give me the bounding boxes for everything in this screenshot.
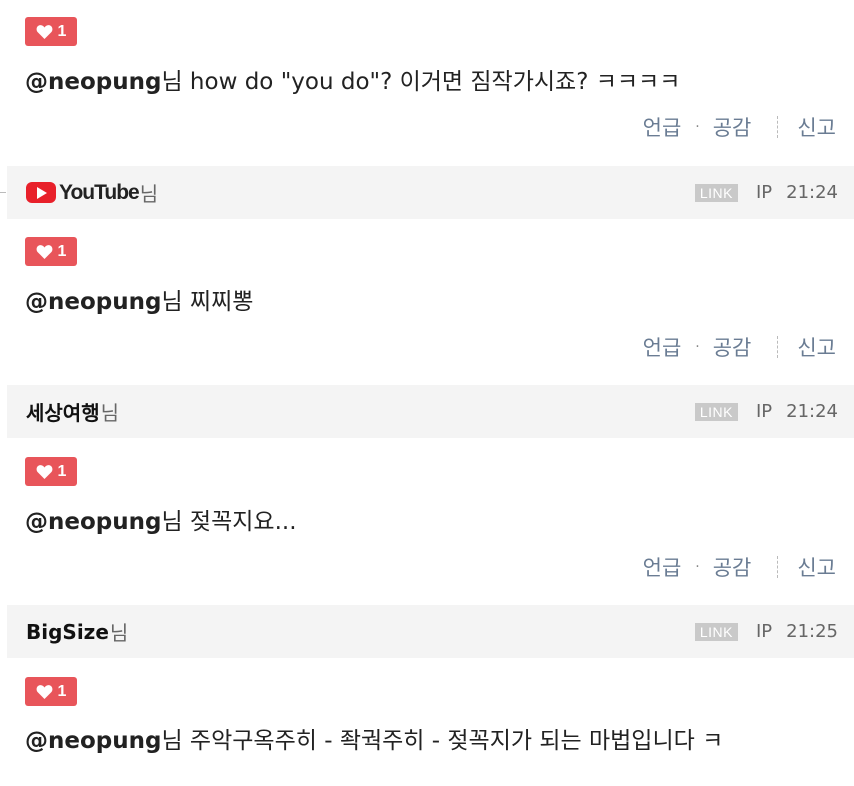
comment-body: 주악구옥주히 - 좍궉주히 - 젖꼭지가 되는 마법입니다 ㅋ: [182, 728, 724, 754]
action-divider: [777, 556, 779, 578]
action-divider: [777, 336, 779, 358]
comment-text: @neopung님 젖꼭지요...: [25, 501, 840, 544]
report-button[interactable]: 신고: [797, 332, 836, 362]
like-badge[interactable]: 1: [25, 457, 77, 486]
comment-meta: LINK IP 21:24: [694, 166, 838, 219]
comment-time: 21:24: [786, 182, 838, 203]
comment-body: 젖꼭지요...: [182, 509, 297, 535]
action-separator-dot: ·: [695, 559, 700, 575]
empathy-button[interactable]: 공감: [713, 332, 752, 362]
ip-label: IP: [755, 621, 773, 642]
author-suffix: 님: [139, 182, 159, 206]
like-count: 1: [57, 682, 67, 700]
comment-actions: 언급 · 공감 신고: [643, 332, 836, 362]
like-count: 1: [57, 242, 67, 260]
comment-text: @neopung님 찌찌뽕: [25, 281, 840, 324]
empathy-button[interactable]: 공감: [713, 552, 752, 582]
heart-icon: [36, 25, 52, 39]
comment-body: 찌찌뽕: [182, 289, 254, 315]
empathy-button[interactable]: 공감: [713, 112, 752, 142]
link-badge[interactable]: LINK: [694, 402, 738, 421]
mention-suffix: 님: [161, 728, 183, 754]
comment-meta: LINK IP 21:24: [694, 385, 838, 438]
mention-link[interactable]: @neopung: [25, 69, 161, 95]
comment-meta: LINK IP 21:25: [694, 605, 838, 658]
author-name[interactable]: 세상여행 님: [26, 385, 119, 438]
mention-link[interactable]: @neopung: [25, 289, 161, 315]
report-button[interactable]: 신고: [797, 552, 836, 582]
mention-button[interactable]: 언급: [643, 552, 682, 582]
author-logo-text: YouTube: [59, 180, 140, 204]
mention-button[interactable]: 언급: [643, 332, 682, 362]
author-suffix: 님: [109, 621, 129, 645]
heart-icon: [36, 685, 52, 699]
action-separator-dot: ·: [695, 339, 700, 355]
ip-label: IP: [755, 401, 773, 422]
youtube-logo-icon: YouTube: [26, 180, 140, 205]
mention-suffix: 님: [161, 509, 183, 535]
mention-suffix: 님: [161, 289, 183, 315]
comment-body: how do "you do"? 이거면 짐작가시죠? ㅋㅋㅋㅋ: [182, 69, 681, 95]
mention-button[interactable]: 언급: [643, 112, 682, 142]
comment-time: 21:24: [786, 401, 838, 422]
mention-suffix: 님: [161, 69, 183, 95]
action-separator-dot: ·: [695, 119, 700, 135]
author-nickname[interactable]: BigSize: [26, 620, 109, 644]
comment-text: @neopung님 how do "you do"? 이거면 짐작가시죠? ㅋㅋ…: [25, 61, 840, 104]
comment-time: 21:25: [786, 621, 838, 642]
author-nickname[interactable]: 세상여행: [26, 397, 100, 426]
like-badge[interactable]: 1: [25, 17, 77, 46]
report-button[interactable]: 신고: [797, 112, 836, 142]
action-divider: [777, 116, 779, 138]
thread-line: [0, 192, 6, 193]
mention-link[interactable]: @neopung: [25, 509, 161, 535]
ip-label: IP: [755, 182, 773, 203]
mention-link[interactable]: @neopung: [25, 728, 161, 754]
author-suffix: 님: [100, 401, 120, 425]
like-count: 1: [57, 22, 67, 40]
link-badge[interactable]: LINK: [694, 622, 738, 641]
like-badge[interactable]: 1: [25, 237, 77, 266]
like-badge[interactable]: 1: [25, 677, 77, 706]
comment-text: @neopung님 주악구옥주히 - 좍궉주히 - 젖꼭지가 되는 마법입니다 …: [25, 720, 840, 763]
heart-icon: [36, 465, 52, 479]
author-name[interactable]: YouTube 님: [26, 166, 158, 219]
comment-actions: 언급 · 공감 신고: [643, 552, 836, 582]
like-count: 1: [57, 462, 67, 480]
link-badge[interactable]: LINK: [694, 183, 738, 202]
comment-author-bar: 세상여행 님 LINK IP 21:24: [7, 385, 854, 438]
comment-actions: 언급 · 공감 신고: [643, 112, 836, 142]
author-name[interactable]: BigSize 님: [26, 605, 128, 658]
heart-icon: [36, 245, 52, 259]
comment-author-bar: BigSize 님 LINK IP 21:25: [7, 605, 854, 658]
comment-author-bar: YouTube 님 LINK IP 21:24: [0, 166, 854, 219]
